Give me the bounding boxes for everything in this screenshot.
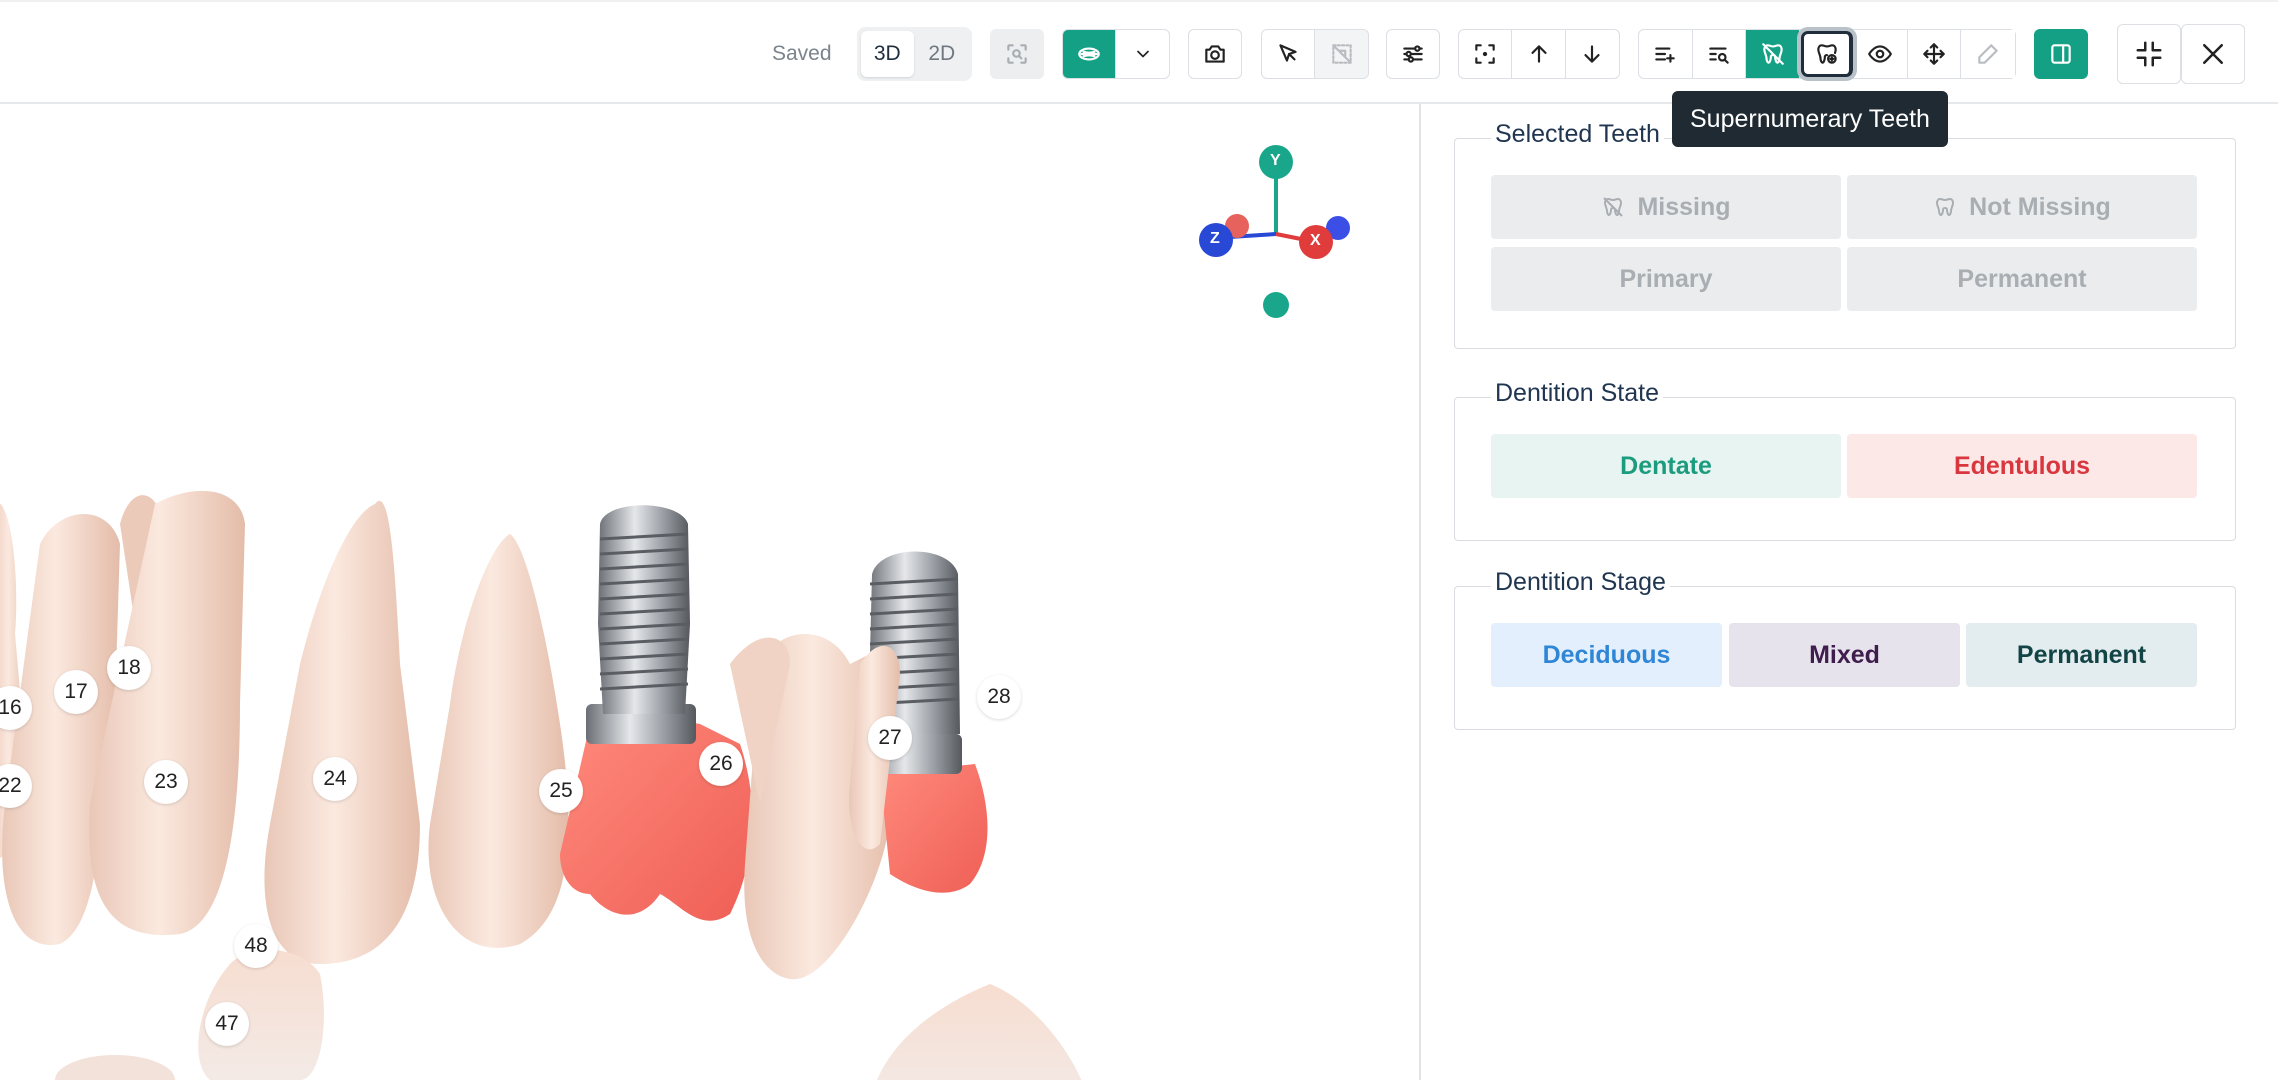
visibility-button[interactable]: [1854, 30, 1908, 78]
selected-teeth-section: Selected Teeth Missing Not Missing Prima…: [1454, 120, 2236, 349]
adjustments-button[interactable]: [1386, 29, 1440, 79]
edit-button[interactable]: [1961, 30, 2016, 78]
selected-teeth-title: Selected Teeth: [1491, 120, 1664, 149]
focus-scan-icon: [1007, 44, 1027, 64]
missing-teeth-button[interactable]: [1746, 30, 1801, 78]
supernumerary-teeth-tooltip: Supernumerary Teeth: [1672, 91, 1948, 147]
tooth-label-24[interactable]: 24: [313, 757, 357, 801]
not-missing-button[interactable]: Not Missing: [1847, 175, 2197, 239]
arrow-down-icon: [1584, 45, 1600, 63]
area-select-button[interactable]: [1315, 30, 1368, 78]
exit-fullscreen-button[interactable]: [2117, 24, 2181, 84]
tooth-icon: [1936, 197, 1955, 217]
toggle-panel-button[interactable]: [2034, 29, 2088, 79]
view-mode-2d-button[interactable]: 2D: [916, 31, 969, 77]
focus-frame-icon: [1475, 44, 1495, 64]
view-mode-3d-button[interactable]: 3D: [861, 31, 914, 77]
tooth-tools-group: [1638, 27, 2016, 81]
implant-screw-26: [598, 505, 690, 714]
sidebar-panel-icon: [2051, 44, 2071, 64]
toolbar: Saved 3D 2D: [0, 0, 2278, 104]
missing-button[interactable]: Missing: [1491, 175, 1841, 239]
fit-view-button[interactable]: [1459, 30, 1513, 78]
eye-icon: [1868, 45, 1893, 63]
axis-y-label: Y: [1270, 152, 1281, 169]
tooth-off-icon: [1761, 43, 1784, 65]
focus-selection-button[interactable]: [990, 29, 1044, 79]
grid-select-off-icon: [1331, 44, 1352, 64]
tooth-plus-icon: [1816, 44, 1837, 64]
selection-tools-group: [1261, 29, 1369, 79]
axis-x-label: X: [1310, 232, 1321, 249]
not-missing-label: Not Missing: [1969, 192, 2111, 221]
tooth-label-18[interactable]: 18: [107, 646, 151, 690]
permanent-tooth-button[interactable]: Permanent: [1847, 247, 2197, 311]
side-panel: Selected Teeth Missing Not Missing Prima…: [1421, 104, 2278, 1080]
mixed-button[interactable]: Mixed: [1729, 623, 1960, 687]
dental-model[interactable]: [0, 104, 1420, 1080]
add-to-list-button[interactable]: [1639, 30, 1693, 78]
move-arrows-icon: [1923, 43, 1945, 65]
axis-z-label: Z: [1210, 230, 1220, 247]
tooth-label-48[interactable]: 48: [234, 924, 278, 968]
view-mode-toggle: 3D 2D: [857, 27, 972, 81]
tooth-label-28[interactable]: 28: [977, 675, 1021, 719]
move-tool-button[interactable]: [1908, 30, 1962, 78]
close-icon: [2203, 44, 2223, 64]
jaw-view-button[interactable]: [1063, 30, 1117, 78]
display-mode-group: [1062, 29, 1170, 79]
sliders-icon: [1403, 45, 1423, 63]
tooth-label-26[interactable]: 26: [699, 742, 743, 786]
dentition-stage-section: Dentition Stage Deciduous Mixed Permanen…: [1454, 568, 2236, 730]
search-list-button[interactable]: [1693, 30, 1747, 78]
screenshot-button[interactable]: [1188, 29, 1242, 79]
supernumerary-teeth-button[interactable]: [1797, 27, 1857, 81]
display-mode-dropdown[interactable]: [1116, 30, 1169, 78]
tooth-label-23[interactable]: 23: [144, 760, 188, 804]
tooth-off-icon: [1603, 197, 1624, 217]
dentition-state-section: Dentition State Dentate Edentulous: [1454, 379, 2236, 541]
move-down-button[interactable]: [1566, 30, 1619, 78]
camera-icon: [1205, 45, 1225, 63]
list-add-icon: [1655, 47, 1676, 63]
tooth-label-47[interactable]: 47: [205, 1002, 249, 1046]
arrow-up-icon: [1530, 45, 1547, 63]
save-status: Saved: [772, 42, 832, 65]
move-up-button[interactable]: [1512, 30, 1566, 78]
list-search-icon: [1709, 47, 1729, 64]
tooth-label-27[interactable]: 27: [868, 716, 912, 760]
permanent-stage-button[interactable]: Permanent: [1966, 623, 2197, 687]
close-button[interactable]: [2181, 24, 2245, 84]
navigation-group: [1458, 29, 1620, 79]
cursor-arrow-icon: [1279, 44, 1297, 62]
minimize-icon: [2136, 41, 2162, 67]
missing-label: Missing: [1637, 192, 1731, 221]
dentition-state-title: Dentition State: [1491, 379, 1663, 408]
primary-button[interactable]: Primary: [1491, 247, 1841, 311]
deciduous-button[interactable]: Deciduous: [1491, 623, 1722, 687]
jaw-icon: [1078, 47, 1100, 61]
select-tool-button[interactable]: [1262, 30, 1316, 78]
dentition-stage-title: Dentition Stage: [1491, 568, 1670, 597]
chevron-down-icon: [1136, 50, 1149, 58]
axis-gizmo: [1199, 145, 1350, 318]
3d-viewport[interactable]: Y Z X 16 17 18 22 23 24 25 26 27 28 48 4…: [0, 104, 1420, 1080]
pencil-icon: [1978, 44, 1998, 64]
edentulous-button[interactable]: Edentulous: [1847, 434, 2197, 498]
dentate-button[interactable]: Dentate: [1491, 434, 1841, 498]
tooth-label-25[interactable]: 25: [539, 769, 583, 813]
tooth-label-17[interactable]: 17: [54, 670, 98, 714]
